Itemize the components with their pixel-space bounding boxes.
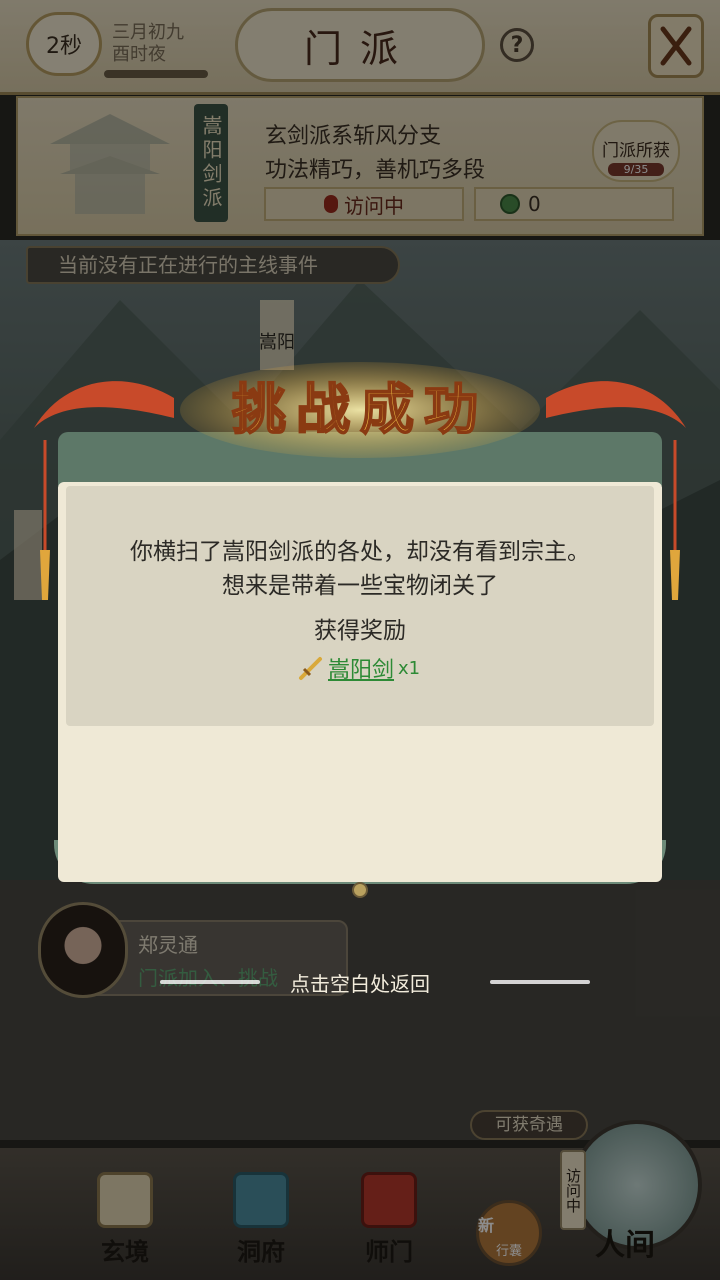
result-message-line2: 想来是带着一些宝物闭关了: [222, 573, 498, 599]
cloud-line: [490, 980, 590, 984]
popup-title: 挑战成功: [232, 377, 488, 441]
tassel-left-icon: [40, 440, 50, 600]
reward-header: 获得奖励: [314, 618, 406, 644]
reward-item-name[interactable]: 嵩阳剑: [328, 652, 394, 684]
dialog-body: [66, 486, 654, 726]
return-hint: 点击空白处返回: [290, 972, 430, 996]
scroll-pin-icon: [352, 882, 368, 898]
tassel-right-icon: [670, 440, 680, 600]
result-message-line1: 你横扫了嵩阳剑派的各处，却没有看到宗主。: [130, 539, 590, 565]
reward-item[interactable]: 嵩阳剑 x1: [298, 652, 420, 684]
reward-item-qty: x1: [398, 657, 421, 679]
challenge-success-title: 挑战成功: [180, 362, 540, 458]
cloud-line: [160, 980, 260, 984]
sword-icon: [299, 657, 322, 680]
